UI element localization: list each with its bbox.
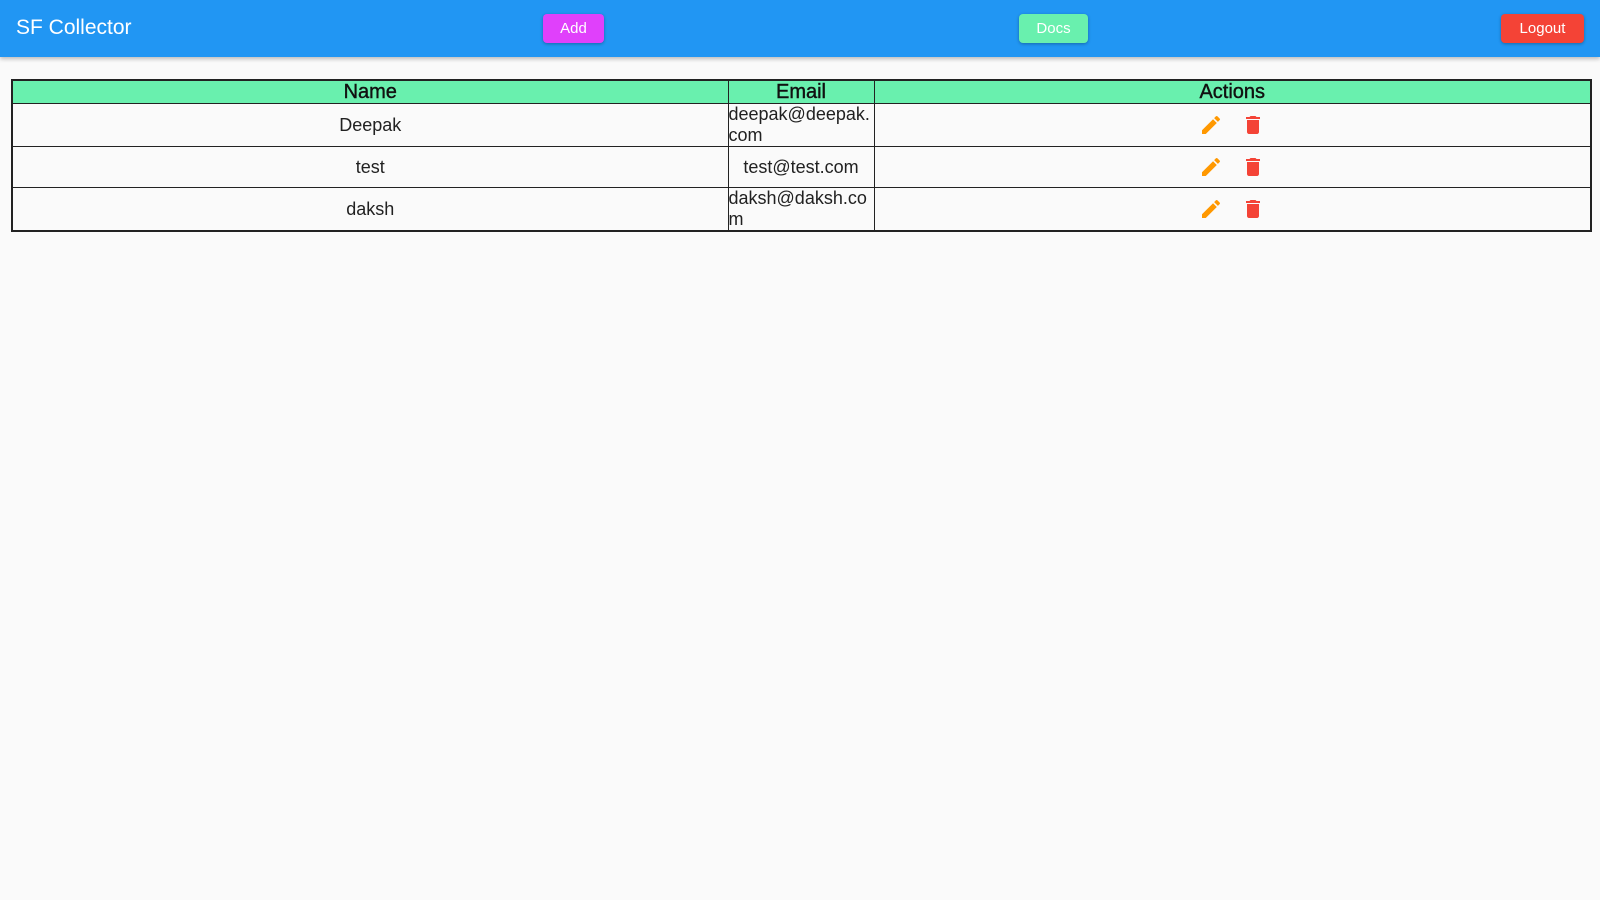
delete-icon[interactable] bbox=[1241, 113, 1265, 137]
table-row: daksh daksh@daksh.com bbox=[11, 187, 1592, 232]
email-cell: daksh@daksh.com bbox=[727, 187, 875, 232]
docs-button[interactable]: Docs bbox=[1019, 14, 1088, 43]
name-cell: Deepak bbox=[11, 103, 729, 147]
actions-cell bbox=[873, 187, 1592, 232]
edit-icon[interactable] bbox=[1199, 197, 1223, 221]
table-row: test test@test.com bbox=[11, 146, 1592, 188]
delete-icon[interactable] bbox=[1241, 155, 1265, 179]
edit-icon[interactable] bbox=[1199, 113, 1223, 137]
name-cell: daksh bbox=[11, 187, 729, 232]
add-button[interactable]: Add bbox=[543, 14, 604, 43]
app-title: SF Collector bbox=[16, 16, 132, 39]
actions-cell bbox=[873, 146, 1592, 188]
edit-icon[interactable] bbox=[1199, 155, 1223, 179]
column-header-actions: Actions bbox=[873, 79, 1592, 104]
app-bar: SF Collector Add Docs Logout bbox=[0, 0, 1600, 57]
column-header-email: Email bbox=[727, 79, 875, 104]
users-table: Name Email Actions Deepak deepak@deepak.… bbox=[11, 79, 1592, 232]
column-header-name: Name bbox=[11, 79, 729, 104]
table-row: Deepak deepak@deepak.com bbox=[11, 103, 1592, 147]
delete-icon[interactable] bbox=[1241, 197, 1265, 221]
name-cell: test bbox=[11, 146, 729, 188]
email-cell: test@test.com bbox=[727, 146, 875, 188]
logout-button[interactable]: Logout bbox=[1501, 14, 1584, 43]
email-cell: deepak@deepak.com bbox=[727, 103, 875, 147]
table-header-row: Name Email Actions bbox=[11, 79, 1592, 104]
actions-cell bbox=[873, 103, 1592, 147]
